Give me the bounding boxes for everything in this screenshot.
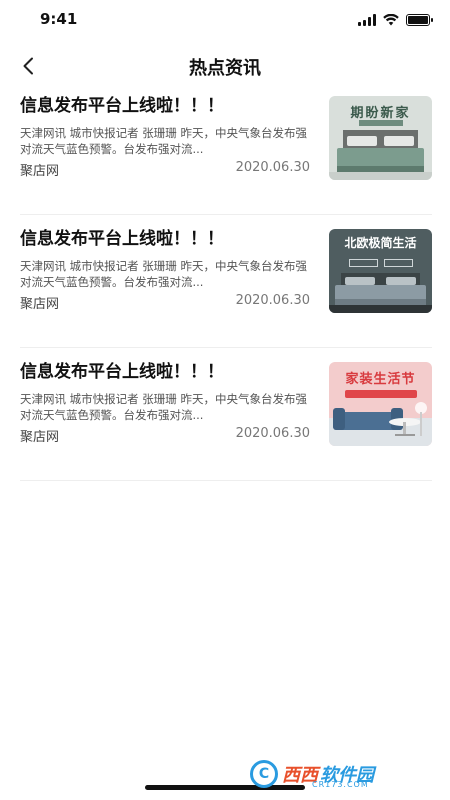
news-title: 信息发布平台上线啦！！！	[20, 229, 224, 249]
news-item[interactable]: 信息发布平台上线啦！！！ 天津网讯 城市快报记者 张珊珊 昨天，中央气象台发布强…	[20, 92, 432, 215]
watermark-logo-icon: C	[250, 760, 278, 788]
news-summary: 天津网讯 城市快报记者 张珊珊 昨天，中央气象台发布强对流天气蓝色预警。台发布强…	[20, 126, 307, 156]
nav-bar: 热点资讯	[0, 44, 450, 88]
news-source: 聚店网	[20, 297, 60, 312]
news-source: 聚店网	[20, 164, 60, 179]
news-thumbnail[interactable]: 北欧极简生活	[329, 229, 432, 313]
news-text: 信息发布平台上线啦！！！ 天津网讯 城市快报记者 张珊珊 昨天，中央气象台发布强…	[20, 92, 315, 157]
battery-icon	[406, 14, 433, 26]
news-date: 2020.06.30	[235, 293, 310, 308]
news-text: 信息发布平台上线啦！！！ 天津网讯 城市快报记者 张珊珊 昨天，中央气象台发布强…	[20, 225, 315, 290]
news-title: 信息发布平台上线啦！！！	[20, 96, 224, 116]
watermark-sub: CR173.COM	[312, 780, 369, 789]
bed-illustration	[329, 273, 432, 313]
wifi-icon	[383, 14, 399, 26]
news-thumbnail[interactable]: 期盼新家	[329, 96, 432, 180]
bed-illustration	[329, 130, 432, 180]
cellular-signal-icon	[358, 14, 376, 26]
news-list: 信息发布平台上线啦！！！ 天津网讯 城市快报记者 张珊珊 昨天，中央气象台发布强…	[20, 92, 432, 481]
site-watermark: C 西西 软件园 CR173.COM	[250, 756, 432, 792]
news-date: 2020.06.30	[235, 160, 310, 175]
news-item[interactable]: 信息发布平台上线啦！！！ 天津网讯 城市快报记者 张珊珊 昨天，中央气象台发布强…	[20, 225, 432, 348]
news-text: 信息发布平台上线啦！！！ 天津网讯 城市快报记者 张珊珊 昨天，中央气象台发布强…	[20, 358, 315, 423]
status-time: 9:41	[40, 10, 78, 28]
news-summary: 天津网讯 城市快报记者 张珊珊 昨天，中央气象台发布强对流天气蓝色预警。台发布强…	[20, 392, 307, 422]
news-date: 2020.06.30	[235, 426, 310, 441]
news-item[interactable]: 信息发布平台上线啦！！！ 天津网讯 城市快报记者 张珊珊 昨天，中央气象台发布强…	[20, 358, 432, 481]
status-icons	[358, 14, 433, 26]
news-summary: 天津网讯 城市快报记者 张珊珊 昨天，中央气象台发布强对流天气蓝色预警。台发布强…	[20, 259, 307, 289]
sofa-illustration	[329, 402, 432, 446]
news-thumbnail[interactable]: 家装生活节	[329, 362, 432, 446]
news-title: 信息发布平台上线啦！！！	[20, 362, 224, 382]
app-screen: 9:41 热点资讯 信息发布平台上线啦！！！ 天津网讯 城市快报记者 张珊珊 昨…	[0, 0, 450, 800]
page-title: 热点资讯	[189, 58, 261, 79]
status-bar: 9:41	[0, 0, 450, 44]
news-source: 聚店网	[20, 430, 60, 445]
